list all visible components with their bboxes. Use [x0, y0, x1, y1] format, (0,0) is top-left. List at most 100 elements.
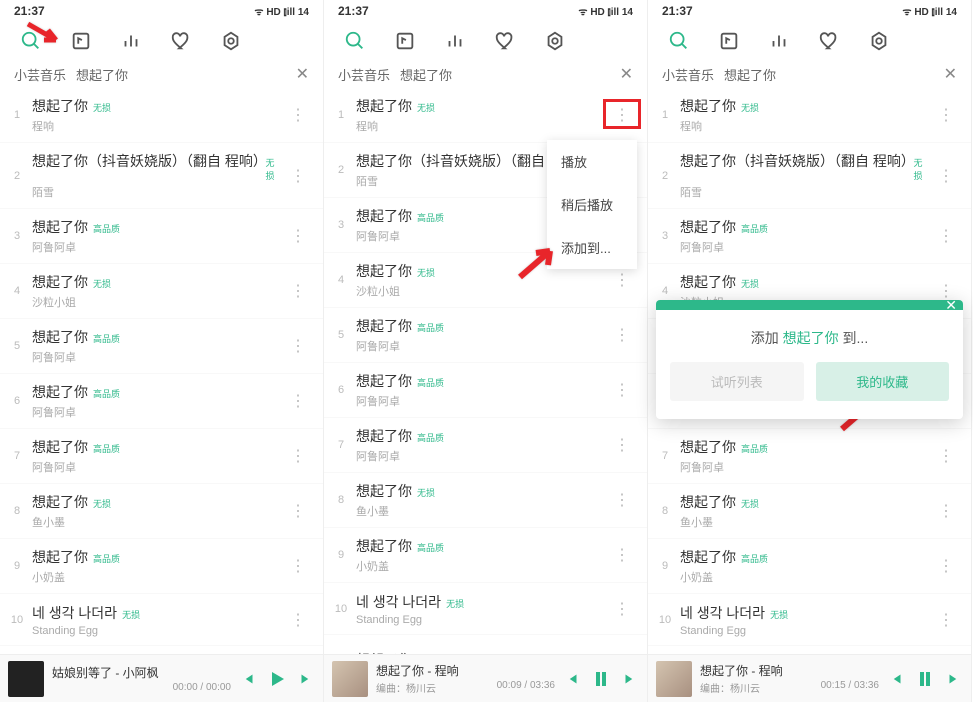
- next-icon[interactable]: [945, 670, 963, 688]
- breadcrumb-source[interactable]: 小芸音乐: [338, 65, 390, 84]
- play-icon[interactable]: [265, 667, 289, 691]
- more-icon[interactable]: ⋮: [931, 610, 961, 630]
- song-row[interactable]: 11想起了你高品质⋮: [324, 635, 647, 654]
- song-row[interactable]: 9想起了你高品质小奶盖⋮: [324, 528, 647, 583]
- library-icon[interactable]: [70, 30, 92, 52]
- now-playing-bar[interactable]: 姑娘别等了 - 小阿枫 00:00 / 00:00: [0, 654, 323, 702]
- dialog-close-icon[interactable]: ✕: [945, 297, 957, 314]
- song-row[interactable]: 8想起了你无损鱼小墨⋮: [0, 484, 323, 539]
- more-icon[interactable]: ⋮: [283, 281, 313, 301]
- song-row[interactable]: 11想起了你高品质⋮: [0, 646, 323, 654]
- song-artist: 鱼小墨: [680, 514, 931, 530]
- prev-icon[interactable]: [563, 670, 581, 688]
- more-icon[interactable]: ⋮: [283, 166, 313, 186]
- song-row[interactable]: 7想起了你高品质阿鲁阿卓⋮: [0, 429, 323, 484]
- breadcrumb-source[interactable]: 小芸音乐: [14, 65, 66, 84]
- more-icon[interactable]: ⋮: [607, 380, 637, 400]
- more-icon[interactable]: ⋮: [931, 501, 961, 521]
- song-row[interactable]: 11想起了你高品质⋮: [648, 646, 971, 654]
- preview-list-button[interactable]: 试听列表: [670, 362, 804, 401]
- stats-icon[interactable]: [768, 30, 790, 52]
- song-row[interactable]: 9想起了你高品质小奶盖⋮: [648, 539, 971, 594]
- heart-icon[interactable]: [494, 30, 516, 52]
- song-row[interactable]: 1想起了你无损程响⋮: [0, 88, 323, 143]
- song-row[interactable]: 2想起了你（抖音妖娆版）（翻自 程响）无损陌雪⋮: [648, 143, 971, 209]
- more-icon[interactable]: ⋮: [931, 166, 961, 186]
- more-icon[interactable]: ⋮: [607, 325, 637, 345]
- close-icon[interactable]: ✕: [944, 64, 957, 84]
- song-row[interactable]: 7想起了你高品质阿鲁阿卓⋮: [648, 429, 971, 484]
- song-title: 想起了你: [356, 261, 412, 281]
- song-artist: 阿鲁阿卓: [356, 448, 607, 464]
- library-icon[interactable]: [718, 30, 740, 52]
- next-icon[interactable]: [297, 670, 315, 688]
- heart-icon[interactable]: [170, 30, 192, 52]
- more-icon[interactable]: ⋮: [931, 105, 961, 125]
- search-icon[interactable]: [668, 30, 690, 52]
- album-art[interactable]: [656, 661, 692, 697]
- song-row[interactable]: 3想起了你高品质阿鲁阿卓⋮: [648, 209, 971, 264]
- menu-add-to[interactable]: 添加到...: [547, 226, 637, 269]
- song-row[interactable]: 8想起了你无损鱼小墨⋮: [324, 473, 647, 528]
- more-icon[interactable]: ⋮: [607, 599, 637, 619]
- more-icon[interactable]: ⋮: [607, 545, 637, 565]
- prev-icon[interactable]: [887, 670, 905, 688]
- song-row[interactable]: 5想起了你高品质阿鲁阿卓⋮: [324, 308, 647, 363]
- album-art[interactable]: [332, 661, 368, 697]
- song-list[interactable]: 1想起了你无损程响⋮2想起了你（抖音妖娆版）（翻自 程响）无损陌雪⋮3想起了你高…: [0, 88, 323, 654]
- album-art[interactable]: [8, 661, 44, 697]
- song-row[interactable]: 3想起了你高品质阿鲁阿卓⋮: [0, 209, 323, 264]
- pause-icon[interactable]: [913, 667, 937, 691]
- song-row[interactable]: 4想起了你无损沙粒小姐⋮: [0, 264, 323, 319]
- song-row[interactable]: 7想起了你高品质阿鲁阿卓⋮: [324, 418, 647, 473]
- favorites-button[interactable]: 我的收藏: [816, 362, 950, 401]
- song-row[interactable]: 8想起了你无损鱼小墨⋮: [648, 484, 971, 539]
- menu-play[interactable]: 播放: [547, 140, 637, 183]
- prev-icon[interactable]: [239, 670, 257, 688]
- now-playing-bar[interactable]: 想起了你 - 程响 编曲：杨川云 00:15 / 03:36: [648, 654, 971, 702]
- song-row[interactable]: 5想起了你高品质阿鲁阿卓⋮: [0, 319, 323, 374]
- breadcrumb-source[interactable]: 小芸音乐: [662, 65, 714, 84]
- more-icon[interactable]: ⋮: [283, 446, 313, 466]
- song-row[interactable]: 9想起了你高品质小奶盖⋮: [0, 539, 323, 594]
- settings-icon[interactable]: [544, 30, 566, 52]
- close-icon[interactable]: ✕: [620, 64, 633, 84]
- song-row[interactable]: 10네 생각 나더라无损Standing Egg⋮: [0, 594, 323, 646]
- more-icon[interactable]: ⋮: [607, 270, 637, 290]
- heart-icon[interactable]: [818, 30, 840, 52]
- settings-icon[interactable]: [868, 30, 890, 52]
- more-icon[interactable]: ⋮: [283, 391, 313, 411]
- song-row[interactable]: 1想起了你无损程响⋮: [648, 88, 971, 143]
- song-row[interactable]: 6想起了你高品质阿鲁阿卓⋮: [324, 363, 647, 418]
- library-icon[interactable]: [394, 30, 416, 52]
- more-icon[interactable]: ⋮: [931, 556, 961, 576]
- now-playing-bar[interactable]: 想起了你 - 程响 编曲：杨川云 00:09 / 03:36: [324, 654, 647, 702]
- more-icon[interactable]: ⋮: [283, 556, 313, 576]
- song-row[interactable]: 6想起了你高品质阿鲁阿卓⋮: [0, 374, 323, 429]
- more-icon[interactable]: ⋮: [931, 446, 961, 466]
- more-icon[interactable]: ⋮: [607, 490, 637, 510]
- settings-icon[interactable]: [220, 30, 242, 52]
- song-row[interactable]: 2想起了你（抖音妖娆版）（翻自 程响）无损陌雪⋮: [0, 143, 323, 209]
- song-row[interactable]: 10네 생각 나더라无损Standing Egg⋮: [324, 583, 647, 635]
- search-icon[interactable]: [344, 30, 366, 52]
- breadcrumb-query[interactable]: 想起了你: [400, 65, 452, 84]
- more-icon[interactable]: ⋮: [283, 610, 313, 630]
- song-artist: Standing Egg: [356, 614, 607, 626]
- pause-icon[interactable]: [589, 667, 613, 691]
- breadcrumb-query[interactable]: 想起了你: [724, 65, 776, 84]
- breadcrumb-query[interactable]: 想起了你: [76, 65, 128, 84]
- more-icon[interactable]: ⋮: [283, 501, 313, 521]
- stats-icon[interactable]: [120, 30, 142, 52]
- song-row[interactable]: 10네 생각 나더라无损Standing Egg⋮: [648, 594, 971, 646]
- close-icon[interactable]: ✕: [296, 64, 309, 84]
- more-icon[interactable]: ⋮: [931, 226, 961, 246]
- more-icon[interactable]: ⋮: [283, 226, 313, 246]
- next-icon[interactable]: [621, 670, 639, 688]
- more-icon[interactable]: ⋮: [283, 336, 313, 356]
- more-icon[interactable]: ⋮: [607, 435, 637, 455]
- song-row[interactable]: 1想起了你无损程响⋮: [324, 88, 647, 143]
- menu-play-later[interactable]: 稍后播放: [547, 183, 637, 226]
- stats-icon[interactable]: [444, 30, 466, 52]
- more-icon[interactable]: ⋮: [283, 105, 313, 125]
